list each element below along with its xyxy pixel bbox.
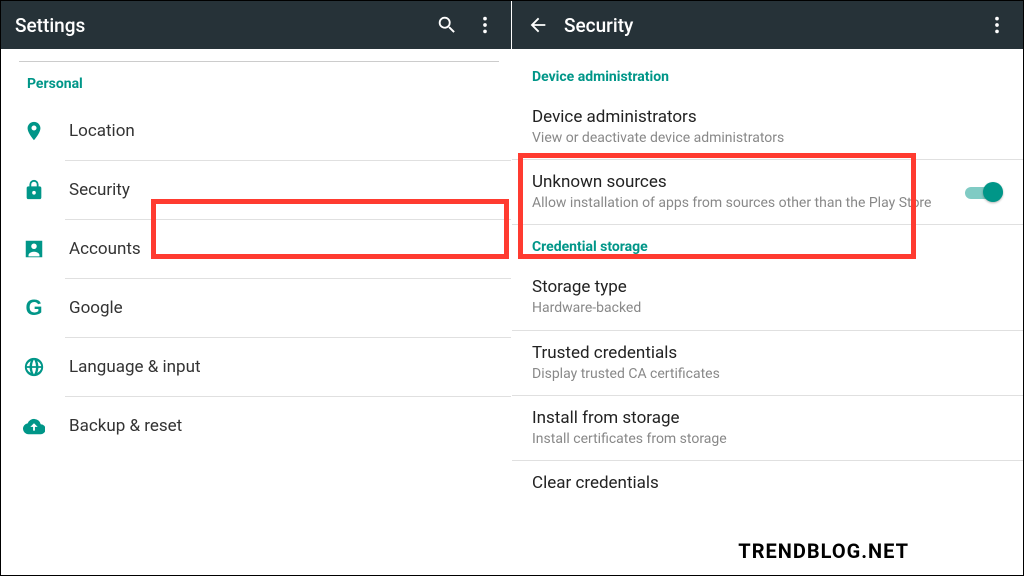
item-subtitle: View or deactivate device administrators bbox=[532, 129, 1003, 147]
section-device-admin: Device administration bbox=[512, 55, 1023, 95]
item-title: Unknown sources bbox=[532, 172, 953, 192]
lock-icon bbox=[21, 177, 47, 203]
section-credential-storage: Credential storage bbox=[512, 225, 1023, 265]
item-subtitle: Display trusted CA certificates bbox=[532, 365, 1003, 383]
item-install-from-storage[interactable]: Install from storage Install certificate… bbox=[512, 396, 1023, 460]
security-appbar: Security bbox=[512, 1, 1023, 49]
globe-icon bbox=[21, 354, 47, 380]
more-icon[interactable] bbox=[473, 13, 497, 37]
unknown-sources-toggle[interactable] bbox=[965, 182, 1003, 202]
sidebar-item-label: Google bbox=[69, 298, 123, 318]
watermark: TRENDBLOG.NET bbox=[734, 537, 913, 565]
search-icon[interactable] bbox=[435, 13, 459, 37]
item-subtitle: Install certificates from storage bbox=[532, 430, 1003, 448]
more-icon[interactable] bbox=[985, 13, 1009, 37]
sidebar-item-location[interactable]: Location bbox=[7, 102, 511, 160]
item-storage-type[interactable]: Storage type Hardware-backed bbox=[512, 265, 1023, 329]
sidebar-item-label: Location bbox=[69, 121, 135, 141]
security-title: Security bbox=[564, 14, 633, 37]
sidebar-item-label: Accounts bbox=[69, 239, 141, 259]
sidebar-item-label: Language & input bbox=[69, 357, 201, 377]
backup-icon bbox=[21, 413, 47, 439]
settings-title: Settings bbox=[15, 14, 85, 37]
sidebar-item-security[interactable]: Security bbox=[7, 161, 511, 219]
sidebar-item-label: Security bbox=[69, 180, 130, 200]
section-personal: Personal bbox=[7, 62, 511, 102]
sidebar-item-google[interactable]: G Google bbox=[7, 279, 511, 337]
item-device-administrators[interactable]: Device administrators View or deactivate… bbox=[512, 95, 1023, 159]
settings-appbar: Settings bbox=[1, 1, 511, 49]
sidebar-item-label: Backup & reset bbox=[69, 416, 182, 436]
sidebar-item-language[interactable]: Language & input bbox=[7, 338, 511, 396]
item-clear-credentials[interactable]: Clear credentials bbox=[512, 461, 1023, 505]
item-subtitle: Allow installation of apps from sources … bbox=[532, 194, 953, 212]
item-title: Install from storage bbox=[532, 408, 1003, 428]
back-icon[interactable] bbox=[526, 13, 550, 37]
item-title: Trusted credentials bbox=[532, 343, 1003, 363]
item-title: Storage type bbox=[532, 277, 1003, 297]
item-title: Device administrators bbox=[532, 107, 1003, 127]
google-icon: G bbox=[21, 295, 47, 321]
location-icon bbox=[21, 118, 47, 144]
item-title: Clear credentials bbox=[532, 473, 1003, 493]
sidebar-item-backup[interactable]: Backup & reset bbox=[7, 397, 511, 455]
item-subtitle: Hardware-backed bbox=[532, 299, 1003, 317]
item-trusted-credentials[interactable]: Trusted credentials Display trusted CA c… bbox=[512, 331, 1023, 395]
sidebar-item-accounts[interactable]: Accounts bbox=[7, 220, 511, 278]
item-unknown-sources[interactable]: Unknown sources Allow installation of ap… bbox=[512, 160, 1023, 224]
account-icon bbox=[21, 236, 47, 262]
